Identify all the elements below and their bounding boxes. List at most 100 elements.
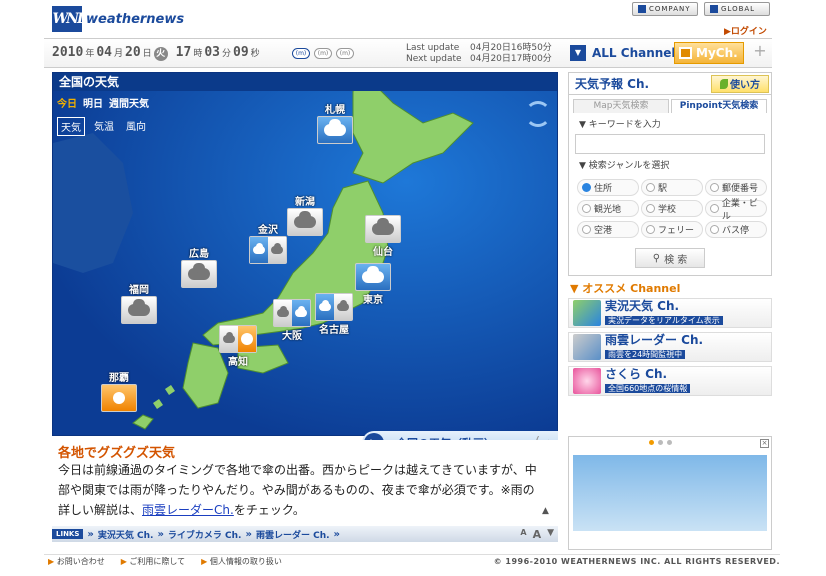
radio-icon — [582, 183, 591, 192]
city-name: 福岡 — [129, 285, 149, 296]
arrow-icon: » — [87, 528, 94, 540]
down-arrow-icon: ▼ — [570, 282, 583, 295]
genre-sightseeing[interactable]: 観光地 — [577, 200, 639, 217]
footer-contact[interactable]: ▶ お問い合わせ — [48, 556, 105, 567]
logo-text: weathernews — [86, 11, 185, 27]
genre-airport[interactable]: 空港 — [577, 221, 639, 238]
carousel-dot[interactable] — [658, 440, 663, 445]
sky-banner-image[interactable] — [573, 455, 767, 531]
size-medium-button[interactable]: (m) — [314, 48, 332, 59]
forecast-search-panel: 天気予報 Ch. 使い方 Map天気検索 Pinpoint天気検索 ▼ キーワー… — [568, 72, 772, 276]
mych-button[interactable]: MyCh. — [674, 42, 744, 64]
radio-icon — [710, 183, 719, 192]
city-fukuoka[interactable]: 福岡 — [121, 281, 157, 324]
radio-icon — [582, 225, 591, 234]
global-icon — [710, 5, 718, 13]
footer-privacy[interactable]: ▶ 個人情報の取り扱い — [201, 556, 282, 567]
scroll-down-icon[interactable]: ▼ — [547, 528, 554, 541]
company-link[interactable]: COMPANY — [632, 2, 698, 16]
tab-weather[interactable]: 天気 — [57, 117, 85, 136]
font-large-button[interactable]: A — [533, 528, 542, 541]
link-rain-radar[interactable]: 雨雲レーダー Ch. — [256, 528, 330, 541]
footer-privacy-label: 個人情報の取り扱い — [209, 557, 282, 566]
genre-address[interactable]: 住所 — [577, 179, 639, 196]
site-logo[interactable]: WNI weathernews — [52, 6, 184, 32]
keyword-input[interactable] — [575, 134, 765, 154]
radio-icon — [646, 225, 655, 234]
link-live-weather[interactable]: 実況天気 Ch. — [98, 528, 154, 541]
tab-map-search[interactable]: Map天気検索 — [573, 99, 669, 113]
cloud-icon — [181, 260, 217, 288]
map-title: 全国の天気 — [53, 73, 557, 91]
copyright: © 1996-2010 WEATHERNEWS INC. ALL RIGHTS … — [493, 557, 780, 566]
city-nagoya[interactable]: 名古屋 — [315, 293, 353, 336]
scroll-up-icon[interactable]: ▲ — [542, 506, 549, 516]
tab-tomorrow[interactable]: 明日 — [83, 95, 103, 110]
banner-panel: × — [568, 436, 772, 550]
carousel-dots — [649, 440, 672, 445]
howto-button[interactable]: 使い方 — [711, 74, 769, 93]
genre-building[interactable]: 企業・ビル — [705, 199, 767, 222]
hokkaido-island — [352, 82, 474, 184]
link-live-camera[interactable]: ライブカメラ Ch. — [168, 528, 242, 541]
genre-station[interactable]: 駅 — [641, 179, 703, 196]
city-niigata[interactable]: 新潟 — [287, 193, 323, 236]
hour: 17 — [175, 45, 192, 60]
city-kanazawa[interactable]: 金沢 — [249, 221, 287, 264]
tab-today[interactable]: 今日 — [57, 95, 77, 110]
genre-postal[interactable]: 郵便番号 — [705, 179, 767, 196]
type-tabs: 天気 気温 風向 — [57, 117, 149, 136]
channel-desc: 実況データをリアルタイム表示 — [605, 316, 723, 325]
channel-title: 実況天気 Ch. — [605, 299, 680, 313]
city-kochi[interactable]: 高知 — [219, 325, 257, 368]
radar-link[interactable]: 雨雲レーダーCh. — [142, 503, 234, 517]
genre-label: 住所 — [594, 184, 613, 194]
add-channel-button[interactable]: + — [752, 43, 768, 60]
genre-school[interactable]: 学校 — [641, 200, 703, 217]
close-icon[interactable]: × — [760, 439, 769, 448]
second: 09 — [233, 45, 249, 60]
arrow-icon: ▶ — [120, 557, 127, 566]
login-link[interactable]: ▶ログイン — [724, 24, 767, 37]
refresh-icon[interactable] — [525, 101, 551, 127]
recommended-channels: ▼ オススメ Channel 実況天気 Ch. 実況データをリアルタイム表示 雨雲… — [568, 280, 772, 404]
city-name: 東京 — [363, 295, 383, 306]
carousel-dot[interactable] — [649, 440, 654, 445]
search-button-label: 検 索 — [664, 254, 688, 266]
commentary-text-end: をチェック。 — [233, 503, 305, 517]
channel-desc: 全国660地点の桜情報 — [605, 384, 691, 393]
city-hiroshima[interactable]: 広島 — [181, 245, 217, 288]
city-name: 高知 — [228, 357, 248, 368]
all-channel-label: ALL Channel — [592, 46, 676, 60]
channel-sakura[interactable]: さくら Ch. 全国660地点の桜情報 — [568, 366, 772, 396]
rain-icon — [355, 263, 391, 291]
okinawa-islands — [132, 414, 154, 430]
city-naha[interactable]: 那覇 — [101, 369, 137, 412]
cloud-then-rain-icon — [273, 299, 311, 327]
next-update-label: Next update — [406, 54, 462, 64]
genre-bus-stop[interactable]: バス停 — [705, 221, 767, 238]
links-bar: LINKS » 実況天気 Ch. » ライブカメラ Ch. » 雨雲レーダー C… — [52, 526, 558, 542]
tab-wind[interactable]: 風向 — [123, 117, 149, 136]
tab-pinpoint-search[interactable]: Pinpoint天気検索 — [671, 99, 767, 113]
korea-landmass — [53, 133, 133, 273]
carousel-dot[interactable] — [667, 440, 672, 445]
tab-temperature[interactable]: 気温 — [91, 117, 117, 136]
size-large-button[interactable]: (m) — [336, 48, 354, 59]
size-small-button[interactable]: (m) — [292, 48, 310, 59]
city-sendai[interactable]: 仙台 — [365, 215, 401, 258]
city-tokyo[interactable]: 東京 — [355, 263, 391, 306]
city-osaka[interactable]: 大阪 — [273, 299, 311, 342]
tab-weekly[interactable]: 週間天気 — [109, 95, 149, 110]
global-link[interactable]: GLOBAL — [704, 2, 770, 16]
city-sapporo[interactable]: 札幌 — [317, 101, 353, 144]
footer-terms[interactable]: ▶ ご利用に際して — [121, 556, 185, 567]
channel-live-weather[interactable]: 実況天気 Ch. 実況データをリアルタイム表示 — [568, 298, 772, 328]
city-name: 金沢 — [258, 225, 278, 236]
font-small-button[interactable]: A — [520, 528, 526, 541]
cloud-icon — [287, 208, 323, 236]
login-label: ログイン — [730, 27, 767, 37]
channel-rain-radar[interactable]: 雨雲レーダー Ch. 雨雲を24時間監視中 — [568, 332, 772, 362]
search-button[interactable]: ⚲ 検 索 — [635, 248, 705, 268]
genre-ferry[interactable]: フェリー — [641, 221, 703, 238]
